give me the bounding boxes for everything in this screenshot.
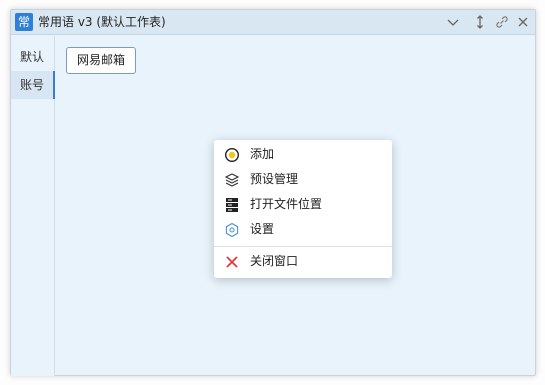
sidebar-tab-default[interactable]: 默认 [11,43,55,71]
menu-separator [214,246,392,247]
layers-icon [224,172,240,188]
menu-item-settings[interactable]: 设置 [214,218,392,243]
context-menu: 添加 预设管理 打开文件位置 设置 关闭窗口 [214,140,392,278]
close-window-icon[interactable] [515,14,531,30]
menu-label-close-window: 关闭窗口 [250,254,299,268]
menu-item-open-location[interactable]: 打开文件位置 [214,193,392,218]
resize-vertical-icon[interactable] [472,14,488,30]
window-title: 常用语 v3 (默认工作表) [38,15,166,29]
add-circle-icon [224,147,240,163]
hexagon-gear-icon [224,222,240,238]
server-icon [224,197,240,213]
close-icon [224,254,240,270]
menu-label-presets: 预设管理 [250,172,299,186]
phrase-item-button[interactable]: 网易邮箱 [66,47,137,74]
collapse-chevron-icon[interactable] [445,14,461,30]
app-icon: 常 [15,13,33,31]
sidebar-tab-account[interactable]: 账号 [11,71,55,99]
menu-label-settings: 设置 [250,222,275,236]
menu-label-add: 添加 [250,147,275,161]
menu-label-open-location: 打开文件位置 [250,197,323,211]
menu-item-add[interactable]: 添加 [214,143,392,168]
pin-link-icon[interactable] [494,14,510,30]
sidebar: 默认 账号 [11,36,55,376]
menu-item-presets[interactable]: 预设管理 [214,168,392,193]
menu-item-close-window[interactable]: 关闭窗口 [214,250,392,275]
title-bar[interactable]: 常 常用语 v3 (默认工作表) [11,10,535,35]
